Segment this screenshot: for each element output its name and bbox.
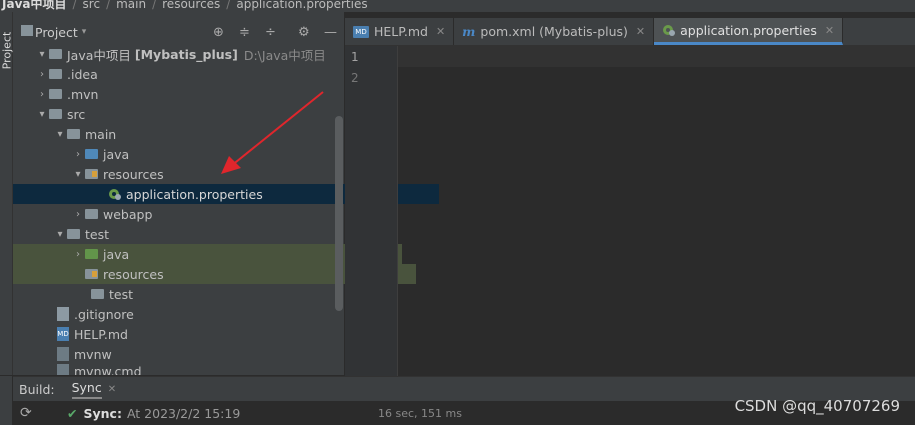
close-icon[interactable]: ✕ (825, 24, 834, 37)
line-gutter: 1 2 (345, 46, 398, 376)
chevron-down-icon[interactable]: ▾ (35, 109, 49, 120)
success-check-icon: ✔ (67, 405, 78, 421)
folder-icon (49, 109, 62, 119)
chevron-right-icon[interactable]: › (35, 89, 49, 100)
tree-item-gitignore[interactable]: .gitignore (13, 304, 388, 324)
project-panel: Project ▾ ⊕ ≑ ÷ ⚙ — ▾ Java中项目 [Mybatis_p… (13, 12, 439, 375)
close-icon[interactable]: ✕ (636, 25, 645, 38)
tree-item-mvnw[interactable]: mvnw (13, 344, 388, 364)
tab-application-properties[interactable]: application.properties ✕ (654, 18, 844, 45)
collapse-icon[interactable]: ≑ (239, 25, 250, 40)
script-file-icon (57, 364, 69, 375)
chevron-right-icon[interactable]: › (35, 69, 49, 80)
tree-scrollbar[interactable] (335, 116, 343, 311)
line-number: 1 (351, 50, 359, 64)
tool-window-strip: Project (0, 12, 14, 375)
breadcrumb-project[interactable]: Java中项目 (2, 0, 66, 12)
editor-text-area[interactable] (398, 67, 915, 376)
chevron-right-icon[interactable]: › (71, 149, 85, 160)
project-tool-button[interactable]: Project (1, 26, 14, 76)
script-file-icon (57, 347, 69, 361)
chevron-down-icon[interactable]: ▾ (53, 229, 67, 240)
test-folder-icon (85, 249, 98, 259)
tree-item-idea[interactable]: › .idea (13, 64, 366, 84)
watermark: CSDN @qq_40707269 (734, 397, 900, 415)
panel-header: Project ▾ (13, 20, 344, 44)
refresh-icon[interactable]: ⟳ (20, 405, 32, 421)
tree-item-help-md[interactable]: MD HELP.md (13, 324, 388, 344)
folder-icon (67, 129, 80, 139)
breadcrumb-main[interactable]: main (116, 0, 146, 11)
minimize-icon[interactable]: — (324, 25, 337, 40)
line-number: 2 (351, 71, 359, 85)
spring-properties-icon (109, 189, 121, 200)
chevron-down-icon[interactable]: ▾ (82, 27, 87, 37)
globe-icon[interactable]: ⊕ (213, 25, 224, 40)
module-folder-icon (49, 49, 62, 59)
folder-icon (49, 69, 62, 79)
panel-title[interactable]: Project (35, 25, 78, 40)
close-icon[interactable]: ✕ (436, 25, 445, 38)
resources-folder-icon (85, 169, 98, 179)
project-view-icon (21, 25, 33, 36)
annotation-arrow (221, 91, 324, 174)
source-folder-icon (85, 149, 98, 159)
tree-item-test-java[interactable]: › java (13, 244, 402, 264)
chevron-right-icon[interactable]: › (71, 249, 85, 260)
tree-item-java[interactable]: › java (13, 144, 402, 164)
chevron-down-icon[interactable]: ▾ (35, 49, 49, 60)
editor-current-line[interactable] (398, 46, 915, 67)
tree-item-test[interactable]: ▾ test (13, 224, 384, 244)
chevron-right-icon[interactable]: › (71, 209, 85, 220)
tab-pom-xml[interactable]: m pom.xml (Mybatis-plus) ✕ (454, 18, 655, 45)
breadcrumb-resources[interactable]: resources (162, 0, 220, 11)
breadcrumb-src[interactable]: src (83, 0, 101, 11)
folder-icon (49, 89, 62, 99)
tab-help-md[interactable]: MD HELP.md ✕ (345, 18, 455, 45)
folder-icon (67, 229, 80, 239)
gear-icon[interactable]: ⚙ (298, 25, 310, 40)
gitignore-file-icon (57, 307, 69, 321)
tree-root[interactable]: ▾ Java中项目 [Mybatis_plus] D:\Java中项目 (13, 44, 366, 64)
folder-icon (91, 289, 104, 299)
spring-properties-icon (663, 25, 676, 36)
close-icon[interactable]: ✕ (108, 384, 116, 395)
breadcrumb-file[interactable]: application.properties (236, 0, 367, 11)
build-label: Build: (19, 382, 55, 397)
tree-item-mvnw-cmd[interactable]: mvnw.cmd (13, 364, 388, 375)
chevron-down-icon[interactable]: ▾ (53, 129, 67, 140)
markdown-icon: MD (353, 25, 369, 38)
breadcrumb: Java中项目 / src / main / resources / appli… (0, 0, 915, 12)
expand-icon[interactable]: ÷ (265, 25, 276, 40)
editor-tabs: MD HELP.md ✕ m pom.xml (Mybatis-plus) ✕ … (345, 18, 915, 46)
markdown-file-icon: MD (57, 327, 69, 341)
tree-item-resources[interactable]: ▾ resources (13, 164, 402, 184)
chevron-down-icon[interactable]: ▾ (71, 169, 85, 180)
folder-icon (85, 209, 98, 219)
bottom-strip (0, 376, 12, 425)
tree-item-webapp[interactable]: › webapp (13, 204, 402, 224)
tab-sync[interactable]: Sync (71, 380, 102, 399)
test-resources-folder-icon (85, 269, 98, 279)
maven-icon: m (462, 24, 476, 39)
